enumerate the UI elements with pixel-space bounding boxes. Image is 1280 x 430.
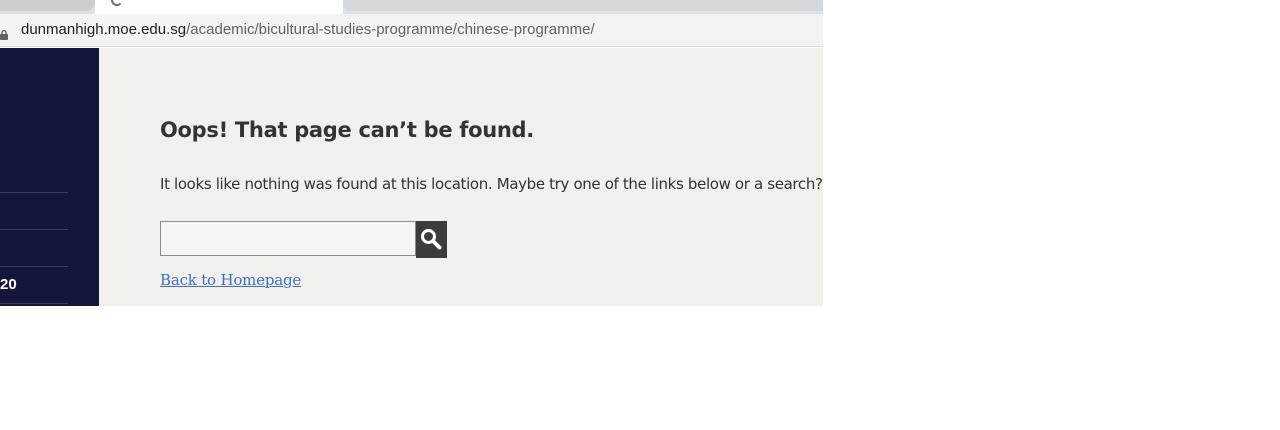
page-title: Oops! That page can’t be found. (160, 118, 534, 142)
search-button[interactable] (416, 221, 447, 258)
tab-strip (0, 0, 823, 14)
tab-active[interactable] (95, 0, 343, 14)
browser-window: dunmanhigh.moe.edu.sg/academic/bicultura… (0, 0, 823, 306)
tab-inactive-left[interactable] (0, 0, 95, 11)
sidebar-divider (0, 303, 68, 304)
url-path: /academic/bicultural-studies-programme/c… (186, 21, 595, 38)
sidebar-divider (0, 229, 68, 230)
sidebar-divider (0, 192, 68, 193)
sidebar-divider (0, 266, 68, 267)
loading-icon (111, 0, 123, 6)
address-bar[interactable]: dunmanhigh.moe.edu.sg/academic/bicultura… (0, 14, 823, 47)
url-host: dunmanhigh.moe.edu.sg (21, 21, 187, 38)
magnifier-icon (421, 229, 442, 250)
url-text[interactable]: dunmanhigh.moe.edu.sg/academic/bicultura… (21, 14, 595, 46)
search-input[interactable] (160, 221, 416, 256)
back-to-homepage-link[interactable]: Back to Homepage (160, 271, 301, 289)
error-message: It looks like nothing was found at this … (160, 175, 823, 193)
sidebar-menu: 20 (0, 48, 99, 306)
sidebar-item-label[interactable]: 20 (0, 275, 17, 295)
tab-inactive-right[interactable] (343, 0, 823, 11)
error-content: Oops! That page can’t be found. It looks… (99, 48, 823, 306)
lock-icon (0, 25, 8, 40)
